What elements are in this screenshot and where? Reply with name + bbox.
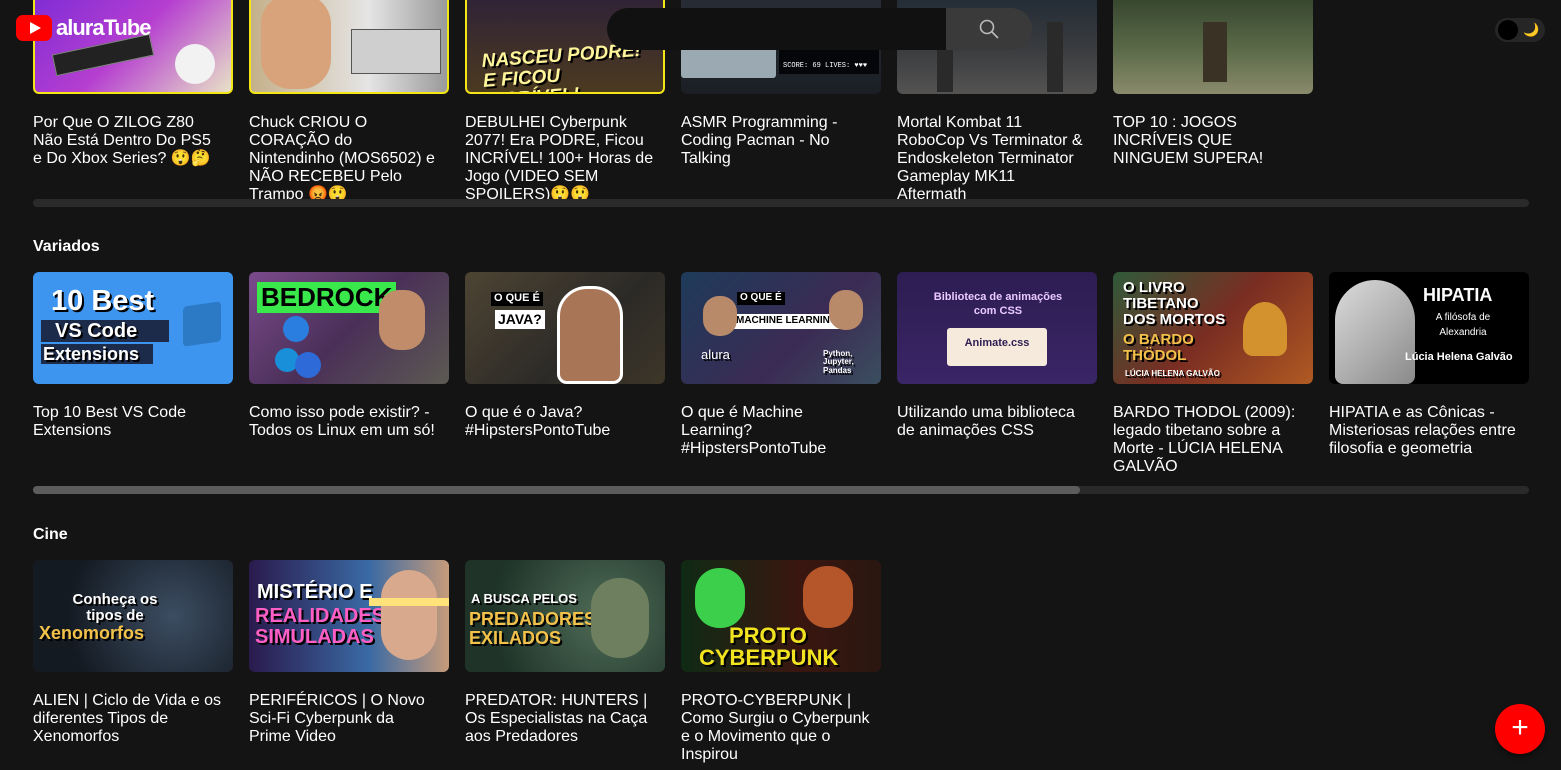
app-logo[interactable]: aluraTube: [16, 15, 152, 41]
alura-logo-text: alura: [701, 347, 730, 362]
video-title[interactable]: Utilizando uma biblioteca de animações C…: [897, 404, 1087, 440]
video-card[interactable]: HIPATIA A filósofa de Alexandria Lúcia H…: [1329, 272, 1529, 458]
header: aluraTube 🌙: [0, 0, 1561, 57]
thumbnail-text: JAVA?: [495, 310, 545, 329]
video-title[interactable]: DEBULHEI Cyberpunk 2077! Era PODRE, Fico…: [465, 114, 655, 204]
theme-toggle[interactable]: 🌙: [1495, 18, 1545, 42]
thumbnail-text: BEDROCK: [257, 282, 397, 314]
video-card[interactable]: A BUSCA PELOS PREDADORES EXILADOS PREDAT…: [465, 560, 665, 746]
thumbnail-text: Conheça os tipos de: [72, 591, 158, 624]
buddha-image: [1243, 302, 1287, 356]
video-thumbnail[interactable]: 10 Best VS Code Extensions: [33, 272, 233, 384]
thumbnail-text: Animate.css: [964, 337, 1030, 349]
video-thumbnail[interactable]: O QUE É JAVA?: [465, 272, 665, 384]
vscode-logo-icon: [183, 301, 221, 347]
face-image: [703, 296, 737, 336]
thumbnail-text: MISTÉRIO E: [257, 581, 373, 603]
video-title[interactable]: Como isso pode existir? - Todos os Linux…: [249, 404, 439, 440]
section-title: Variados: [33, 238, 100, 255]
video-thumbnail[interactable]: O LIVRO TIBETANO DOS MORTOS O BARDO THÖD…: [1113, 272, 1313, 384]
video-card[interactable]: Conheça os tipos de Xenomorfos ALIEN | C…: [33, 560, 233, 746]
video-title[interactable]: BARDO THODOL (2009): legado tibetano sob…: [1113, 404, 1303, 476]
thumbnail-text: A BUSCA PELOS: [471, 591, 577, 606]
row-scrollbar[interactable]: [33, 199, 1529, 207]
video-title[interactable]: PREDATOR: HUNTERS | Os Especialistas na …: [465, 692, 655, 746]
thumbnail-text: Xenomorfos: [39, 623, 145, 643]
thumbnail-text: O QUE É: [737, 292, 785, 305]
video-card[interactable]: MISTÉRIO E REALIDADES SIMULADAS PERIFÉRI…: [249, 560, 449, 746]
face-image: [379, 290, 425, 350]
video-thumbnail[interactable]: PROTO CYBERPUNK: [681, 560, 881, 672]
video-title[interactable]: ALIEN | Ciclo de Vida e os diferentes Ti…: [33, 692, 223, 746]
face-image: [381, 570, 437, 660]
thumbnail-text: PREDADORES EXILADOS: [469, 609, 597, 648]
fedora-logo-icon: [295, 352, 321, 378]
video-title[interactable]: O que é Machine Learning? #HipstersPonto…: [681, 404, 871, 458]
glitch-stripe: [369, 598, 449, 606]
shirt-text: Python, Jupyter, Pandas: [823, 349, 854, 375]
video-thumbnail[interactable]: O QUE É MACHINE LEARNING? alura Python, …: [681, 272, 881, 384]
video-card[interactable]: O QUE É MACHINE LEARNING? alura Python, …: [681, 272, 881, 458]
play-logo-icon: [16, 15, 52, 41]
thumbnail-text: CYBERPUNK: [699, 645, 839, 670]
video-title[interactable]: PERIFÉRICOS | O Novo Sci-Fi Cyberpunk da…: [249, 692, 439, 746]
moon-icon: 🌙: [1523, 22, 1540, 37]
video-thumbnail[interactable]: A BUSCA PELOS PREDADORES EXILADOS: [465, 560, 665, 672]
thumbnail-text: VS Code: [55, 320, 138, 342]
animate-badge: Animate.css: [947, 328, 1047, 366]
thumbnail-text: PROTO: [729, 623, 807, 648]
video-card[interactable]: O QUE É JAVA? O que é o Java? #HipstersP…: [465, 272, 665, 440]
search-button[interactable]: [946, 8, 1032, 50]
video-title[interactable]: O que é o Java? #HipstersPontoTube: [465, 404, 655, 440]
video-title[interactable]: HIPATIA e as Cônicas - Misteriosas relaç…: [1329, 404, 1519, 458]
video-card[interactable]: 10 Best VS Code Extensions Top 10 Best V…: [33, 272, 233, 440]
video-thumbnail[interactable]: BEDROCK: [249, 272, 449, 384]
video-title[interactable]: Chuck CRIOU O CORAÇÃO do Nintendinho (MO…: [249, 114, 439, 204]
face-image: [695, 568, 745, 628]
face-image: [803, 566, 853, 628]
video-card[interactable]: BEDROCK Como isso pode existir? - Todos …: [249, 272, 449, 440]
thumbnail-text: Lúcia Helena Galvão: [1405, 351, 1513, 363]
search-input[interactable]: [607, 8, 946, 50]
thumbnail-text: Extensions: [43, 344, 140, 364]
thumbnail-text: O LIVRO TIBETANO DOS MORTOS: [1123, 279, 1226, 328]
thumbnail-text: A filósofa de Alexandria: [1435, 312, 1491, 338]
video-title[interactable]: TOP 10 : JOGOS INCRÍVEIS QUE NINGUEM SUP…: [1113, 114, 1303, 168]
add-video-button[interactable]: +: [1495, 704, 1545, 754]
section-title: Cine: [33, 526, 68, 543]
video-thumbnail[interactable]: MISTÉRIO E REALIDADES SIMULADAS: [249, 560, 449, 672]
video-title[interactable]: ASMR Programming - Coding Pacman - No Ta…: [681, 114, 871, 168]
video-title[interactable]: Top 10 Best VS Code Extensions: [33, 404, 223, 440]
thumbnail-text: REALIDADES SIMULADAS: [255, 605, 386, 648]
statue-image: [1335, 280, 1415, 384]
video-card[interactable]: O LIVRO TIBETANO DOS MORTOS O BARDO THÖD…: [1113, 272, 1313, 476]
score-text: SCORE: 69 LIVES: ♥♥♥: [783, 62, 868, 70]
row-scrollbar[interactable]: [33, 486, 1529, 494]
video-thumbnail[interactable]: Biblioteca de animações com CSS Animate.…: [897, 272, 1097, 384]
logo-text: aluraTube: [56, 15, 152, 40]
thumbnail-text: O BARDO THÖDOL: [1123, 331, 1194, 364]
thumbnail-text: 10 Best: [51, 285, 155, 317]
thumbnail-text: O QUE É: [491, 292, 543, 306]
video-thumbnail[interactable]: Conheça os tipos de Xenomorfos: [33, 560, 233, 672]
face-image: [829, 290, 863, 330]
thumbnail-text: LÚCIA HELENA GALVÃO: [1125, 369, 1220, 378]
thumbnail-text: Biblioteca de animações com CSS: [933, 291, 1063, 318]
search-icon: [979, 19, 999, 39]
video-title[interactable]: PROTO-CYBERPUNK | Como Surgiu o Cyberpun…: [681, 692, 871, 764]
video-title[interactable]: Mortal Kombat 11 RoboCop Vs Terminator &…: [897, 114, 1087, 204]
video-card[interactable]: Biblioteca de animações com CSS Animate.…: [897, 272, 1097, 440]
video-card[interactable]: PROTO CYBERPUNK PROTO-CYBERPUNK | Como S…: [681, 560, 881, 764]
video-title[interactable]: Por Que O ZILOG Z80 Não Está Dentro Do P…: [33, 114, 223, 168]
thumbnail-text: HIPATIA: [1423, 285, 1493, 305]
ubuntu-logo-icon: [283, 316, 309, 342]
person-image: [557, 286, 623, 384]
scrollbar-thumb[interactable]: [33, 486, 1081, 494]
predator-image: [591, 578, 649, 658]
video-thumbnail[interactable]: HIPATIA A filósofa de Alexandria Lúcia H…: [1329, 272, 1529, 384]
search-bar: [607, 8, 1032, 50]
toggle-knob: [1498, 20, 1518, 40]
